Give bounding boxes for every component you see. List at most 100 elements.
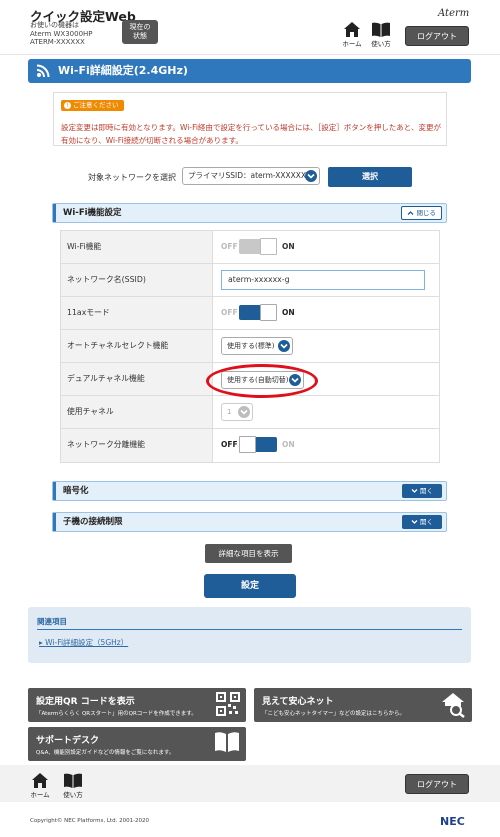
chevron-down-icon: [305, 170, 317, 182]
setting-row-ssid: ネットワーク名(SSID) aterm-xxxxxx-g: [61, 264, 439, 297]
copyright: Copyright© NEC Platforms, Ltd. 2001-2020: [30, 818, 150, 824]
select-network-button[interactable]: 選択: [328, 167, 412, 187]
device-info: お使いの機器は Aterm WX3000HP ATERM-XXXXXX: [30, 21, 93, 47]
child-limit-section-header[interactable]: 子機の接続制限 開く: [52, 512, 447, 532]
divider: [37, 629, 462, 630]
expand-button[interactable]: 開く: [402, 515, 442, 529]
chevron-down-icon: [411, 488, 418, 493]
related-link-5ghz[interactable]: ▸ Wi-Fi詳細設定（5GHz）: [39, 637, 128, 648]
network-select-value: プライマリSSID：aterm-XXXXXX-g: [188, 171, 314, 180]
setting-row-network-isolation: ネットワーク分離機能 OFF ON: [61, 429, 439, 462]
device-label: お使いの機器は: [30, 21, 79, 29]
caution-badge: ! ご注意ください: [61, 100, 124, 111]
expand-label: 開く: [420, 518, 434, 526]
switch-track: [239, 436, 277, 453]
switch-off-label: OFF: [221, 242, 238, 251]
help-nav[interactable]: 使い方: [368, 22, 394, 48]
expand-label: 開く: [420, 487, 434, 495]
caution-text: 設定変更は即時に有効となります。Wi-Fi経由で設定を行っている場合には、［設定…: [61, 123, 441, 145]
qr-code-tile[interactable]: 設定用QR コードを表示 「Atermらくらく QRスタート」用のQRコードを作…: [28, 688, 246, 722]
footer-home-nav[interactable]: ホーム: [27, 773, 53, 799]
collapse-button[interactable]: 閉じる: [401, 206, 442, 220]
chevron-down-icon: [411, 519, 418, 524]
encryption-section-header[interactable]: 暗号化 開く: [52, 481, 447, 501]
select-value: 1: [227, 408, 232, 416]
row-label: ネットワーク名(SSID): [61, 264, 213, 296]
home-label: ホーム: [342, 40, 362, 48]
tile-title: 見えて安心ネット: [262, 697, 334, 707]
expand-button[interactable]: 開く: [402, 484, 442, 498]
tile-subtitle: 「Atermらくらく QRスタート」用のQRコードを作成できます。: [36, 711, 197, 717]
book-icon: [64, 773, 82, 788]
row-label: Wi-Fi機能: [61, 231, 213, 263]
switch-on-label: ON: [282, 242, 295, 251]
row-label: オートチャネルセレクト機能: [61, 330, 213, 362]
status-button[interactable]: 現在の 状態: [122, 20, 158, 44]
home-search-icon: [442, 693, 465, 718]
row-label: ネットワーク分離機能: [61, 429, 213, 462]
related-items: 関連項目 ▸ Wi-Fi詳細設定（5GHz）: [28, 607, 471, 663]
row-label: 11axモード: [61, 297, 213, 329]
header: クイック設定Web お使いの機器は Aterm WX3000HP ATERM-X…: [0, 0, 500, 55]
switch-track: [239, 304, 277, 321]
footer-help-nav[interactable]: 使い方: [60, 773, 86, 799]
home-icon: [344, 22, 360, 37]
auto-channel-select[interactable]: 使用する(標準): [221, 337, 293, 355]
highlight-ellipse: [206, 364, 318, 398]
tile-subtitle: 「こども安心ネットタイマー」などの設定はこちらから。: [262, 711, 406, 717]
tile-subtitle: Q&A、機能別設定ガイドなどの情報をご覧になれます。: [36, 750, 175, 756]
setting-row-wifi-function: Wi-Fi機能 OFF ON: [61, 231, 439, 264]
section-title: 暗号化: [63, 486, 89, 496]
tile-title: 設定用QR コードを表示: [36, 697, 135, 707]
caution-box: ! ご注意ください 設定変更は即時に有効となります。Wi-Fi経由で設定を行ってい…: [53, 92, 447, 146]
section-title: Wi-Fi機能設定: [63, 208, 122, 218]
related-link-label: Wi-Fi詳細設定（5GHz）: [45, 638, 129, 647]
setting-row-auto-channel: オートチャネルセレクト機能 使用する(標準): [61, 330, 439, 363]
collapse-label: 閉じる: [416, 209, 437, 217]
switch-off-label: OFF: [221, 308, 238, 317]
book-icon: [215, 732, 239, 752]
tile-title: サポートデスク: [36, 736, 100, 746]
switch-off-label: OFF: [221, 440, 238, 449]
row-label: デュアルチャネル機能: [61, 363, 213, 395]
ssid-input[interactable]: aterm-xxxxxx-g: [221, 270, 425, 290]
setting-row-channel: 使用チャネル 1: [61, 396, 439, 429]
switch-track: [239, 238, 277, 255]
setting-row-11ax-mode: 11axモード OFF ON: [61, 297, 439, 330]
help-label: 使い方: [63, 791, 83, 799]
home-icon: [32, 773, 48, 788]
switch-on-label: ON: [282, 440, 295, 449]
chevron-down-icon: [278, 340, 290, 352]
home-nav[interactable]: ホーム: [339, 22, 365, 48]
apply-button[interactable]: 設定: [204, 574, 296, 598]
footer-logout-button[interactable]: ログアウト: [405, 774, 469, 794]
help-label: 使い方: [371, 40, 391, 48]
safe-net-tile[interactable]: 見えて安心ネット 「こども安心ネットタイマー」などの設定はこちらから。: [254, 688, 472, 722]
chevron-up-icon: [407, 210, 414, 215]
device-model: Aterm WX3000HP: [30, 29, 93, 38]
footer-nav: ホーム 使い方 ログアウト: [0, 765, 500, 802]
switch-knob: [260, 304, 277, 321]
switch-knob: [260, 238, 277, 255]
wifi-icon: [36, 64, 50, 78]
support-desk-tile[interactable]: サポートデスク Q&A、機能別設定ガイドなどの情報をご覧になれます。: [28, 727, 246, 761]
select-value: 使用する(標準): [227, 342, 275, 350]
network-select[interactable]: プライマリSSID：aterm-XXXXXX-g: [182, 167, 320, 185]
chevron-down-icon: [238, 406, 250, 418]
show-details-button[interactable]: 詳細な項目を表示: [205, 544, 292, 563]
device-id: ATERM-XXXXXX: [30, 38, 85, 46]
logout-button[interactable]: ログアウト: [405, 26, 469, 46]
aterm-logo: Aterm: [438, 8, 470, 19]
channel-select[interactable]: 1: [221, 403, 253, 421]
nec-logo: NEC: [440, 815, 465, 828]
page-title: Wi-Fi詳細設定(2.4GHz): [28, 59, 471, 83]
section-title: 子機の接続制限: [63, 517, 123, 527]
row-label: 使用チャネル: [61, 396, 213, 428]
book-icon: [372, 22, 390, 37]
alert-icon: !: [64, 102, 71, 109]
home-label: ホーム: [30, 791, 50, 799]
switch-on-label: ON: [282, 308, 295, 317]
page-title-text: Wi-Fi詳細設定(2.4GHz): [58, 64, 188, 77]
switch-knob: [239, 436, 256, 453]
caution-badge-label: ご注意ください: [73, 101, 119, 109]
